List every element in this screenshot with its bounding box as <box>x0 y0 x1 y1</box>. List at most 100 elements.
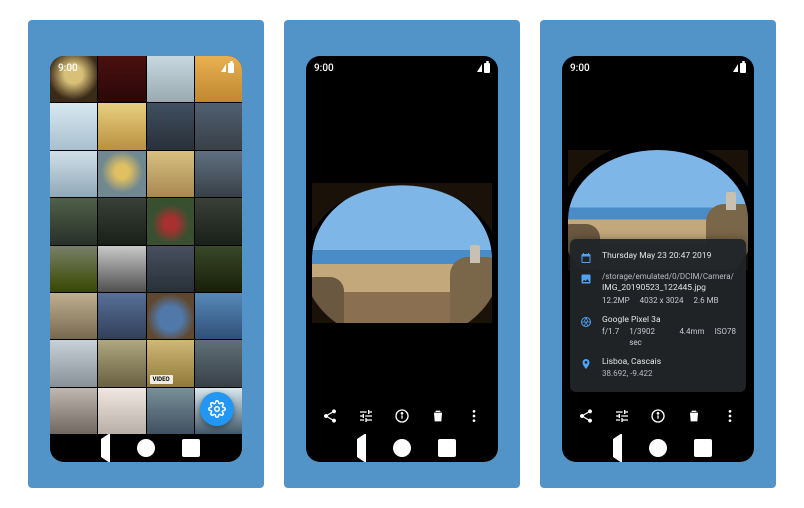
photo-thumb[interactable] <box>195 246 242 292</box>
nav-recent-button[interactable] <box>694 439 712 457</box>
screenshot-gallery: 9:00 <box>28 20 264 488</box>
android-nav-bar <box>306 434 498 462</box>
photo-thumb[interactable] <box>98 103 145 149</box>
nav-recent-button[interactable] <box>438 439 456 457</box>
android-nav-bar <box>562 434 754 462</box>
settings-fab[interactable] <box>200 392 234 426</box>
info-date: Thursday May 23 20:47 2019 <box>602 251 736 262</box>
nav-home-button[interactable] <box>393 439 411 457</box>
photo-thumb[interactable] <box>50 293 97 339</box>
info-row-file: /storage/emulated/0/DCIM/Camera/ IMG_201… <box>574 268 738 311</box>
photo-thumb[interactable] <box>98 293 145 339</box>
nav-home-button[interactable] <box>649 439 667 457</box>
image-icon <box>578 272 594 307</box>
status-icons <box>221 63 234 73</box>
status-bar: 9:00 <box>562 56 754 78</box>
photo-thumb[interactable] <box>147 151 194 197</box>
info-button[interactable] <box>646 404 670 428</box>
battery-icon <box>740 63 746 73</box>
photo-thumb[interactable] <box>50 151 97 197</box>
photo-thumb[interactable] <box>98 151 145 197</box>
photo-viewport[interactable] <box>306 78 498 398</box>
delete-button[interactable] <box>426 404 450 428</box>
info-place: Lisboa, Cascais <box>602 357 736 368</box>
photo-thumb[interactable] <box>147 293 194 339</box>
calendar-icon <box>578 251 594 264</box>
photo-thumb[interactable] <box>50 388 97 434</box>
screenshot-viewer: 9:00 <box>284 20 520 488</box>
phone-frame: 9:00 <box>306 56 498 462</box>
tune-icon <box>614 408 630 424</box>
photo-thumb[interactable] <box>147 103 194 149</box>
more-button[interactable] <box>718 404 742 428</box>
nav-recent-button[interactable] <box>182 439 200 457</box>
info-row-camera: Google Pixel 3a f/1.7 1/3902 sec 4.4mm I… <box>574 311 738 353</box>
location-icon <box>578 357 594 380</box>
info-coords: 38.692, -9.422 <box>602 369 736 380</box>
photo-thumb[interactable] <box>50 246 97 292</box>
edit-button[interactable] <box>610 404 634 428</box>
info-filesize: 2.6 MB <box>694 296 719 307</box>
share-icon <box>578 408 594 424</box>
info-panel: Thursday May 23 20:47 2019 /storage/emul… <box>570 239 746 392</box>
photo-thumb[interactable] <box>195 293 242 339</box>
viewer-content[interactable] <box>306 78 498 434</box>
status-bar: 9:00 <box>306 56 498 78</box>
trash-icon <box>430 408 446 424</box>
phone-frame: 9:00 <box>50 56 242 462</box>
trash-icon <box>686 408 702 424</box>
viewer-toolbar <box>306 398 498 434</box>
share-button[interactable] <box>574 404 598 428</box>
info-device: Google Pixel 3a <box>602 315 736 326</box>
nav-back-button[interactable] <box>348 439 366 457</box>
photo-thumb[interactable] <box>195 103 242 149</box>
signal-icon <box>477 64 482 72</box>
info-row-location: Lisboa, Cascais 38.692, -9.422 <box>574 353 738 384</box>
share-button[interactable] <box>318 404 342 428</box>
photo-thumb[interactable] <box>98 246 145 292</box>
info-iso: ISO78 <box>715 327 736 349</box>
photo-thumb[interactable] <box>98 198 145 244</box>
photo-thumb[interactable] <box>195 151 242 197</box>
info-icon <box>650 408 666 424</box>
more-vert-icon <box>466 408 482 424</box>
video-badge: VIDEO <box>150 375 173 384</box>
photo-thumb[interactable] <box>195 198 242 244</box>
android-nav-bar <box>50 434 242 462</box>
info-button[interactable] <box>390 404 414 428</box>
more-button[interactable] <box>462 404 486 428</box>
screenshot-viewer-info: 9:00 <box>540 20 776 488</box>
photo-thumb[interactable] <box>147 246 194 292</box>
photo-thumb[interactable] <box>147 388 194 434</box>
status-bar: 9:00 <box>50 56 242 78</box>
photo-image <box>312 183 492 323</box>
nav-back-button[interactable] <box>604 439 622 457</box>
more-vert-icon <box>722 408 738 424</box>
info-filename: IMG_20190523_122445.jpg <box>602 283 736 294</box>
photo-thumb[interactable] <box>98 388 145 434</box>
photo-thumb[interactable] <box>195 340 242 386</box>
photo-thumb[interactable] <box>50 198 97 244</box>
info-path: /storage/emulated/0/DCIM/Camera/ <box>602 272 736 283</box>
photo-thumb[interactable] <box>98 340 145 386</box>
viewer-toolbar <box>562 398 754 434</box>
signal-icon <box>221 64 226 72</box>
info-icon <box>394 408 410 424</box>
edit-button[interactable] <box>354 404 378 428</box>
nav-home-button[interactable] <box>137 439 155 457</box>
video-thumb[interactable]: VIDEO <box>147 340 194 386</box>
photo-thumb[interactable] <box>50 103 97 149</box>
info-focal: 4.4mm <box>679 327 704 349</box>
info-megapixels: 12.2MP <box>602 296 630 307</box>
photo-viewport[interactable]: Thursday May 23 20:47 2019 /storage/emul… <box>562 78 754 398</box>
nav-back-button[interactable] <box>92 439 110 457</box>
gear-icon <box>208 400 226 418</box>
photo-grid[interactable]: VIDEO <box>50 56 242 434</box>
delete-button[interactable] <box>682 404 706 428</box>
info-exposure: 1/3902 sec <box>629 327 669 349</box>
gallery-content: VIDEO <box>50 56 242 434</box>
photo-thumb[interactable] <box>147 198 194 244</box>
status-time: 9:00 <box>58 63 78 74</box>
photo-thumb[interactable] <box>50 340 97 386</box>
viewer-content[interactable]: Thursday May 23 20:47 2019 /storage/emul… <box>562 78 754 434</box>
